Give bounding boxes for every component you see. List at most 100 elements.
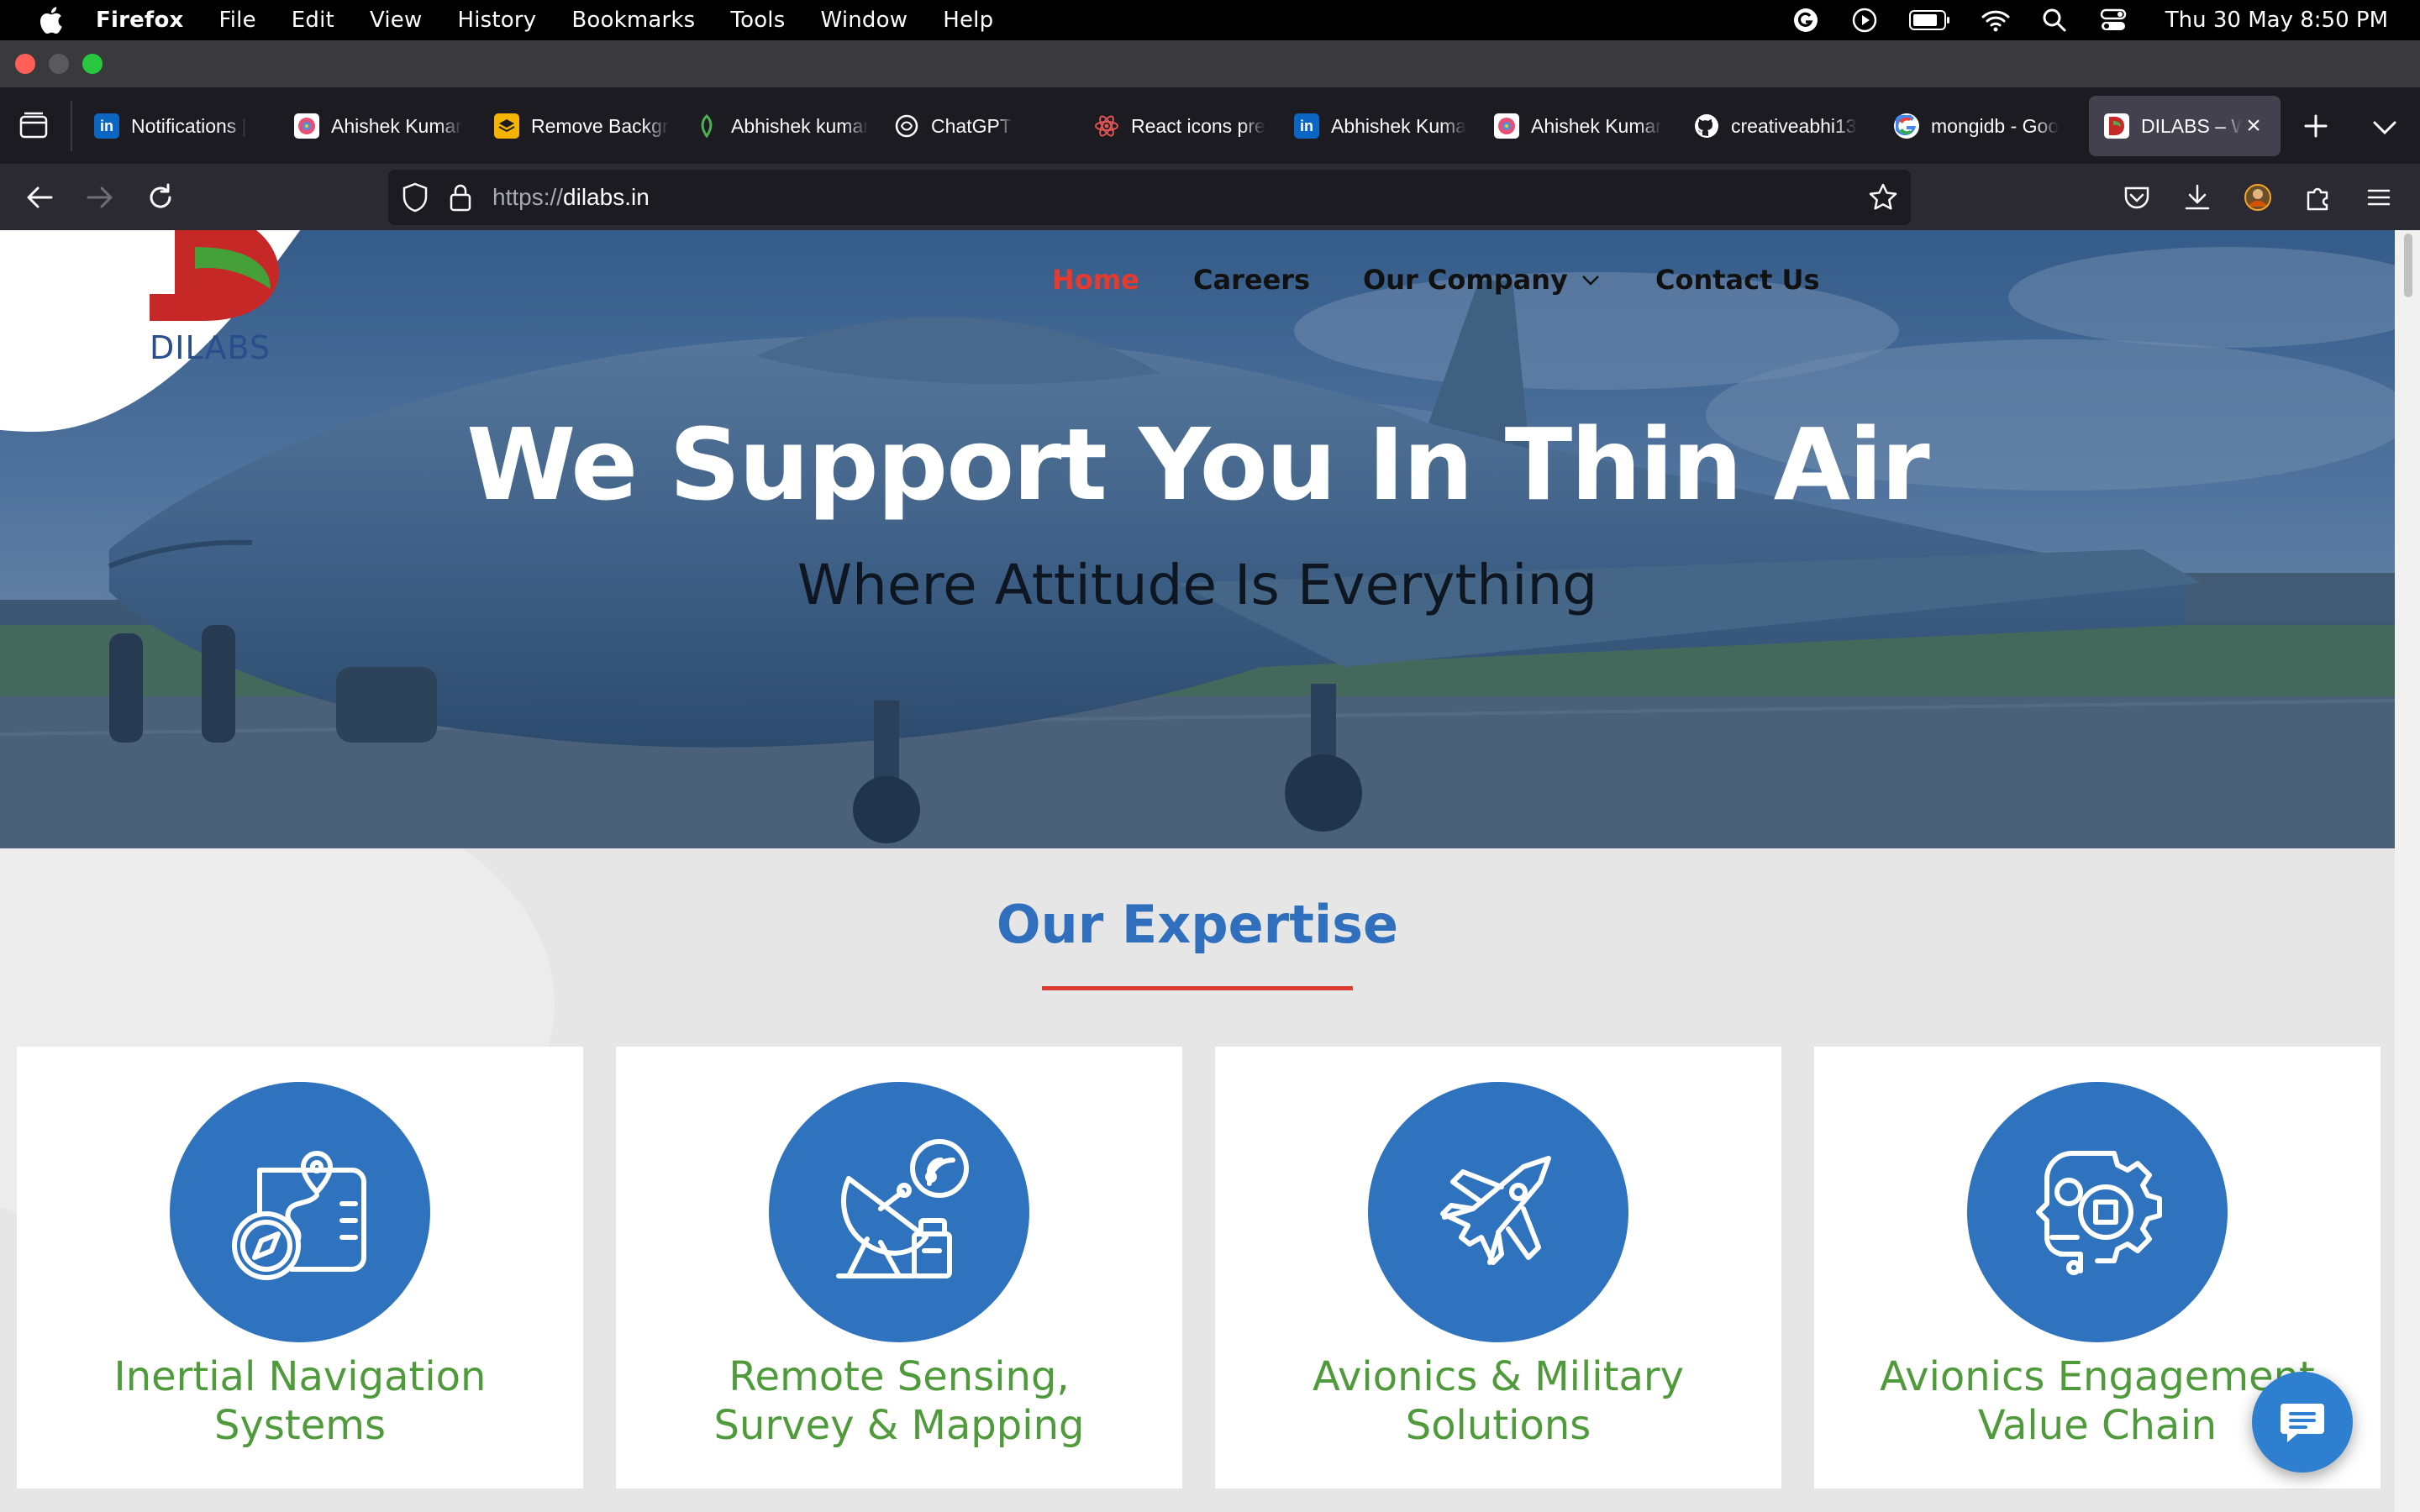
page-scrollbar[interactable] xyxy=(2395,230,2420,1512)
card-label-line2: Solutions xyxy=(1405,1402,1591,1449)
expertise-card-remote-sensing[interactable]: Remote Sensing, Survey & Mapping xyxy=(616,1047,1182,1488)
url-text[interactable]: https://dilabs.in xyxy=(492,170,650,225)
card-label-line1: Avionics & Military xyxy=(1312,1353,1685,1400)
tab-react-icons[interactable]: React icons pre xyxy=(1079,96,1277,156)
tab-label: Abhishek Kuma xyxy=(1331,114,1467,137)
nav-contact-us[interactable]: Contact Us xyxy=(1655,259,1820,301)
figma-icon xyxy=(1494,113,1519,139)
wifi-icon[interactable] xyxy=(1981,5,2011,35)
hero-banner: DILABS Home Careers Our Company Contact … xyxy=(0,230,2395,848)
menu-view[interactable]: View xyxy=(370,8,423,33)
pocket-icon[interactable] xyxy=(2118,178,2156,217)
nav-careers[interactable]: Careers xyxy=(1193,259,1310,301)
spotlight-search-icon[interactable] xyxy=(2039,5,2070,35)
tabs-overflow-chevron-icon[interactable] xyxy=(2368,113,2402,141)
tab-notifications[interactable]: in Notifications | xyxy=(79,96,277,156)
menubar-clock[interactable]: Thu 30 May 8:50 PM xyxy=(2165,8,2388,33)
tab-label: React icons pre xyxy=(1131,114,1265,137)
menu-edit[interactable]: Edit xyxy=(292,8,334,33)
tab-mongodb-google[interactable]: mongidb - Goo xyxy=(1879,96,2077,156)
list-all-tabs-icon[interactable] xyxy=(17,109,50,143)
tab-chatgpt[interactable]: ChatGPT xyxy=(879,96,1077,156)
expertise-card-inertial-navigation[interactable]: Inertial Navigation Systems xyxy=(17,1047,583,1488)
page-viewport: DILABS Home Careers Our Company Contact … xyxy=(0,230,2420,1512)
tab-label: Ahishek Kumar xyxy=(1531,114,1662,137)
card-label: Remote Sensing, Survey & Mapping xyxy=(616,1352,1182,1450)
hamburger-menu-icon[interactable] xyxy=(2360,178,2398,217)
tab-label: Notifications | xyxy=(131,114,247,137)
control-center-icon[interactable] xyxy=(2098,5,2128,35)
tab-label: Ahishek Kumar xyxy=(331,114,462,137)
card-label: Inertial Navigation Systems xyxy=(17,1352,583,1450)
github-icon xyxy=(1694,113,1719,139)
tab-ahishek-kumar-1[interactable]: Ahishek Kumar xyxy=(279,96,477,156)
tab-label: mongidb - Goo xyxy=(1931,114,2060,137)
google-icon xyxy=(1894,113,1919,139)
tab-label: Remove Backgr xyxy=(531,114,669,137)
expertise-title-underline xyxy=(1042,986,1353,990)
grammarly-icon[interactable] xyxy=(1791,5,1821,35)
battery-icon[interactable] xyxy=(1908,5,1952,35)
play-icon[interactable] xyxy=(1849,5,1880,35)
url-protocol: https:// xyxy=(492,184,564,210)
card-label-line1: Inertial Navigation xyxy=(113,1353,487,1400)
forward-arrow-icon[interactable] xyxy=(81,178,119,217)
card-label-line1: Remote Sensing, xyxy=(729,1353,1070,1400)
menu-help[interactable]: Help xyxy=(943,8,993,33)
menu-bookmarks[interactable]: Bookmarks xyxy=(571,8,695,33)
figma-icon xyxy=(294,113,319,139)
dilabs-logo-mark xyxy=(150,230,279,321)
menu-history[interactable]: History xyxy=(457,8,536,33)
tab-label: DILABS – W xyxy=(2141,114,2242,137)
tab-dilabs-active[interactable]: DILABS – W × xyxy=(2089,96,2281,156)
tab-abhishek-kuma-linkedin[interactable]: in Abhishek Kuma xyxy=(1279,96,1477,156)
tab-label: creativeabhi13 xyxy=(1731,114,1857,137)
bookmark-star-icon[interactable] xyxy=(1867,181,1899,213)
macos-menu-bar: Firefox File Edit View History Bookmarks… xyxy=(0,0,2420,40)
menu-tools[interactable]: Tools xyxy=(730,8,785,33)
window-minimize-button[interactable] xyxy=(49,54,69,74)
fighter-jet-icon xyxy=(1368,1082,1628,1342)
tab-ahishek-kumar-2[interactable]: Ahishek Kumar xyxy=(1479,96,1677,156)
logo-text[interactable]: DILABS xyxy=(150,329,271,366)
expertise-card-avionics-military[interactable]: Avionics & Military Solutions xyxy=(1215,1047,1781,1488)
tab-label: Abhishek kumar xyxy=(731,114,869,137)
browser-tab-bar: in Notifications | Ahishek Kumar Remove … xyxy=(0,87,2420,165)
linkedin-icon: in xyxy=(94,113,119,139)
extensions-puzzle-icon[interactable] xyxy=(2299,178,2338,217)
card-label-line2: Systems xyxy=(214,1402,386,1449)
react-icon xyxy=(1094,113,1119,139)
apple-icon[interactable] xyxy=(34,3,67,37)
card-label: Avionics & Military Solutions xyxy=(1215,1352,1781,1450)
menu-file[interactable]: File xyxy=(218,8,255,33)
tab-remove-background[interactable]: Remove Backgr xyxy=(479,96,677,156)
tab-abhishek-kumar-leaf[interactable]: Abhishek kumar xyxy=(679,96,877,156)
dilabs-icon xyxy=(2104,113,2129,139)
scrollbar-thumb[interactable] xyxy=(2404,234,2412,297)
tab-label: ChatGPT xyxy=(931,114,1012,137)
window-zoom-button[interactable] xyxy=(82,54,103,74)
tab-github-creativeabhi13[interactable]: creativeabhi13 xyxy=(1679,96,1877,156)
account-avatar-icon[interactable] xyxy=(2238,178,2277,217)
reload-icon[interactable] xyxy=(141,178,180,217)
tracking-protection-shield-icon[interactable] xyxy=(400,181,430,213)
hero-title: We Support You In Thin Air xyxy=(466,407,1930,522)
nav-our-company[interactable]: Our Company xyxy=(1363,259,1603,301)
window-close-button[interactable] xyxy=(15,54,35,74)
robot-gear-icon xyxy=(1967,1082,2228,1342)
nav-home[interactable]: Home xyxy=(1052,259,1139,301)
chat-widget-button[interactable] xyxy=(2252,1372,2353,1473)
linkedin-icon: in xyxy=(1294,113,1319,139)
lock-icon[interactable] xyxy=(447,181,474,213)
url-bar[interactable]: https://dilabs.in xyxy=(388,170,1911,225)
menu-window[interactable]: Window xyxy=(820,8,908,33)
downloads-icon[interactable] xyxy=(2178,178,2217,217)
tab-close-icon[interactable]: × xyxy=(2238,111,2269,141)
back-arrow-icon[interactable] xyxy=(20,178,59,217)
menu-app-firefox[interactable]: Firefox xyxy=(96,8,183,33)
leaf-icon xyxy=(694,113,719,139)
tab-bar-separator xyxy=(71,101,72,151)
new-tab-icon[interactable] xyxy=(2299,109,2333,143)
satellite-dish-icon xyxy=(769,1082,1029,1342)
window-title-bar xyxy=(0,40,2420,87)
